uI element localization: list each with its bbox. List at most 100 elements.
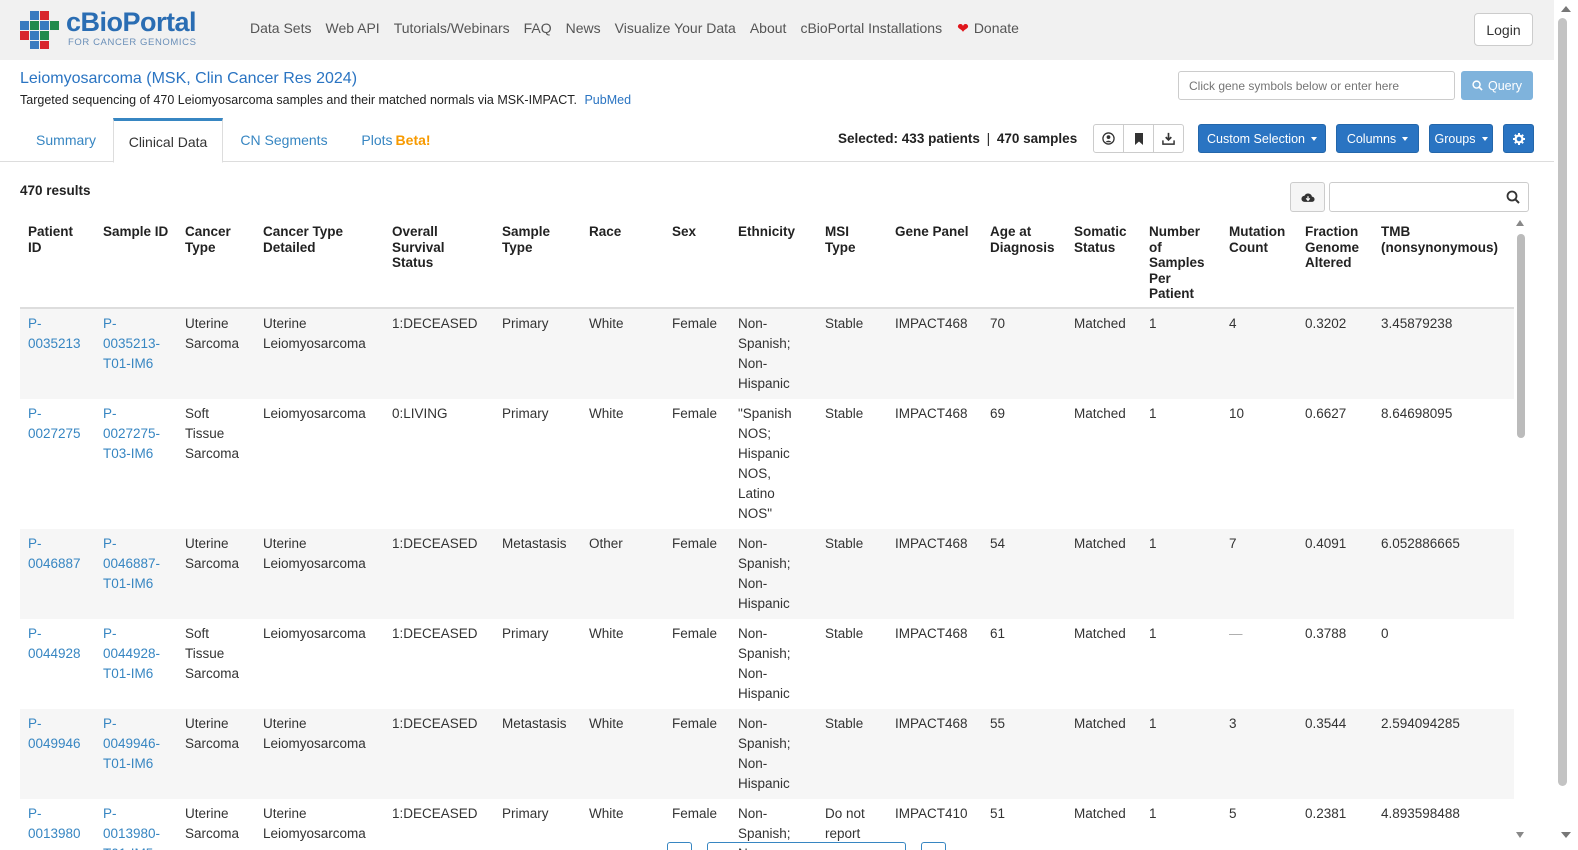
table-cell: P-0046887 xyxy=(20,528,95,619)
patient-id-link[interactable]: P-0013980 xyxy=(28,806,81,841)
user-circle-icon[interactable] xyxy=(1093,124,1124,153)
table-cell: 54 xyxy=(982,528,1066,619)
patient-id-link[interactable]: P-0044928 xyxy=(28,626,81,661)
nav-installations[interactable]: cBioPortal Installations xyxy=(793,20,949,37)
pubmed-link[interactable]: PubMed xyxy=(584,93,631,107)
nav-news[interactable]: News xyxy=(559,20,608,37)
column-header[interactable]: Fraction Genome Altered xyxy=(1297,220,1373,309)
tmb-cell: 2.594094285 xyxy=(1381,715,1460,731)
column-header[interactable]: Overall Survival Status xyxy=(384,220,494,309)
scroll-down-arrow-icon[interactable] xyxy=(1561,832,1571,838)
patient-id-link[interactable]: P-0035213 xyxy=(28,316,81,351)
scroll-down-arrow-icon[interactable] xyxy=(1516,832,1524,838)
pagination-button[interactable] xyxy=(667,842,692,850)
scroll-up-arrow-icon[interactable] xyxy=(1516,220,1524,226)
table-cell: 1 xyxy=(1141,398,1221,529)
os-status-cell: 1:DECEASED xyxy=(392,535,478,551)
pagination-button[interactable] xyxy=(921,842,946,850)
tab-plots[interactable]: Plots Beta! xyxy=(348,117,444,162)
msi-type-cell: Stable xyxy=(825,715,864,731)
column-header[interactable]: Race xyxy=(581,220,664,309)
nav-donate[interactable]: Donate xyxy=(972,20,1026,37)
tmb-cell: 6.052886665 xyxy=(1381,535,1460,551)
gene-panel-cell: IMPACT468 xyxy=(895,405,968,421)
column-header[interactable]: Gene Panel xyxy=(887,220,982,309)
gene-query-input[interactable] xyxy=(1178,71,1455,100)
table-cell: 51 xyxy=(982,798,1066,850)
gene-panel-cell: IMPACT468 xyxy=(895,625,968,641)
custom-selection-button[interactable]: Custom Selection xyxy=(1198,124,1326,153)
table-cell: Uterine Leiomyosarcoma xyxy=(255,528,384,619)
patient-id-link[interactable]: P-0027275 xyxy=(28,406,81,441)
scrollbar-thumb[interactable] xyxy=(1517,234,1525,438)
nav-about[interactable]: About xyxy=(743,20,794,37)
selected-patients[interactable]: 433 patients xyxy=(902,131,980,146)
samples-per-patient-cell: 1 xyxy=(1149,405,1157,421)
column-header[interactable]: Cancer Type xyxy=(177,220,255,309)
cbioportal-logo[interactable]: cBioPortal FOR CANCER GENOMICS xyxy=(18,7,198,51)
column-header[interactable]: Sample ID xyxy=(95,220,177,309)
column-header[interactable]: Mutation Count xyxy=(1221,220,1297,309)
sample-type-cell: Metastasis xyxy=(502,535,567,551)
nav-data-sets[interactable]: Data Sets xyxy=(243,20,318,37)
table-cell: 4.893598488 xyxy=(1373,798,1514,850)
sample-id-link[interactable]: P-0049946-T01-IM6 xyxy=(103,716,160,771)
nav-tutorials[interactable]: Tutorials/Webinars xyxy=(387,20,517,37)
nav-web-api[interactable]: Web API xyxy=(318,20,386,37)
nav-faq[interactable]: FAQ xyxy=(517,20,559,37)
settings-button[interactable] xyxy=(1503,124,1534,153)
groups-button[interactable]: Groups xyxy=(1429,124,1493,153)
column-header[interactable]: Sample Type xyxy=(494,220,581,309)
sample-id-link[interactable]: P-0044928-T01-IM6 xyxy=(103,626,160,681)
sample-id-link[interactable]: P-0046887-T01-IM6 xyxy=(103,536,160,591)
bookmark-icon[interactable] xyxy=(1123,124,1154,153)
sample-id-link[interactable]: P-0035213-T01-IM6 xyxy=(103,316,160,371)
table-cell: Uterine Leiomyosarcoma xyxy=(255,708,384,799)
scrollbar-thumb[interactable] xyxy=(1558,18,1567,786)
os-status-cell: 0:LIVING xyxy=(392,405,448,421)
gene-panel-cell: IMPACT468 xyxy=(895,315,968,331)
column-header[interactable]: Number of Samples Per Patient xyxy=(1141,220,1221,309)
tab-summary[interactable]: Summary xyxy=(20,117,112,162)
top-navbar: cBioPortal FOR CANCER GENOMICS Data Sets… xyxy=(0,0,1554,60)
study-title[interactable]: Leiomyosarcoma (MSK, Clin Cancer Res 202… xyxy=(20,70,357,88)
pagination-control[interactable] xyxy=(707,842,906,850)
table-cell: Matched xyxy=(1066,708,1141,799)
sample-id-link[interactable]: P-0027275-T03-IM6 xyxy=(103,406,160,461)
download-table-button[interactable] xyxy=(1290,182,1325,212)
query-button[interactable]: Query xyxy=(1461,71,1533,100)
selected-samples[interactable]: 470 samples xyxy=(997,131,1077,146)
column-header[interactable]: Sex xyxy=(664,220,730,309)
download-icon[interactable] xyxy=(1153,124,1184,153)
scroll-up-arrow-icon[interactable] xyxy=(1561,6,1571,12)
column-header[interactable]: Cancer Type Detailed xyxy=(255,220,384,309)
column-header[interactable]: Ethnicity xyxy=(730,220,817,309)
table-cell: Uterine Leiomyosarcoma xyxy=(255,798,384,850)
table-cell: Female xyxy=(664,708,730,799)
table-scrollbar[interactable] xyxy=(1514,220,1528,850)
patient-id-link[interactable]: P-0049946 xyxy=(28,716,81,751)
tab-clinical-data[interactable]: Clinical Data xyxy=(113,118,223,163)
column-header[interactable]: MSI Type xyxy=(817,220,887,309)
page-scrollbar[interactable] xyxy=(1554,0,1578,850)
column-header[interactable]: Age at Diagnosis xyxy=(982,220,1066,309)
table-cell: 1:DECEASED xyxy=(384,618,494,709)
cancer-type-detailed-cell: Leiomyosarcoma xyxy=(263,625,366,641)
columns-button[interactable]: Columns xyxy=(1336,124,1419,153)
os-status-cell: 1:DECEASED xyxy=(392,715,478,731)
patient-id-link[interactable]: P-0046887 xyxy=(28,536,81,571)
tab-cn-segments[interactable]: CN Segments xyxy=(228,117,340,162)
column-header[interactable]: TMB (nonsynonymous) xyxy=(1373,220,1514,309)
nav-visualize[interactable]: Visualize Your Data xyxy=(608,20,743,37)
groups-label: Groups xyxy=(1434,131,1476,146)
column-header[interactable]: Somatic Status xyxy=(1066,220,1141,309)
table-cell: Uterine Sarcoma xyxy=(177,307,255,399)
age-cell: 54 xyxy=(990,535,1006,551)
table-search-input[interactable] xyxy=(1329,182,1529,212)
column-header[interactable]: Patient ID xyxy=(20,220,95,309)
table-row: P-0046887 P-0046887-T01-IM6 Uterine Sarcom… xyxy=(20,528,1514,619)
table-cell: 5 xyxy=(1221,798,1297,850)
msi-type-cell: Stable xyxy=(825,625,864,641)
sample-id-link[interactable]: P-0013980-T01-IM5 xyxy=(103,806,160,850)
login-button[interactable]: Login xyxy=(1474,13,1533,46)
